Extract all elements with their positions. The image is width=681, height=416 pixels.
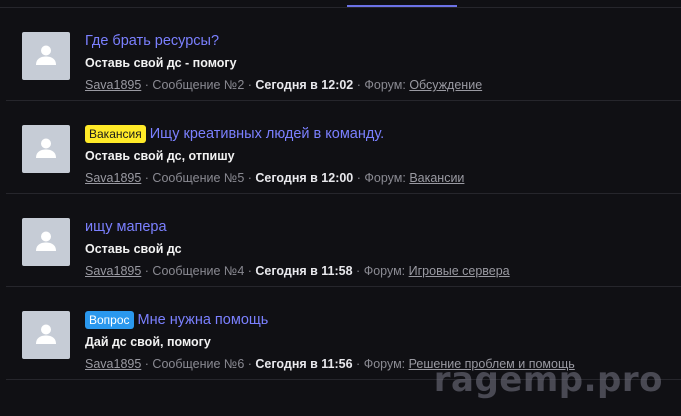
site-watermark: ragemp.pro: [433, 360, 663, 400]
result-snippet: Оставь свой дс: [85, 242, 182, 256]
meta-separator: ·: [141, 171, 153, 185]
result-item: Где брать ресурсы? Оставь свой дс - помо…: [6, 8, 681, 101]
avatar[interactable]: [22, 32, 70, 80]
result-snippet: Оставь свой дс, отпишу: [85, 149, 235, 163]
post-date: Сегодня в 12:00: [255, 171, 354, 185]
meta-separator: ·: [353, 171, 365, 185]
search-results-page: Где брать ресурсы? Оставь свой дс - помо…: [0, 0, 681, 416]
post-date: Сегодня в 11:56: [255, 357, 353, 371]
user-silhouette-icon: [36, 231, 56, 251]
meta-separator: ·: [244, 357, 256, 371]
message-number: Сообщение №4: [152, 264, 245, 278]
meta-separator: ·: [141, 357, 153, 371]
result-title-link[interactable]: ищу мапера: [85, 219, 167, 235]
author-link[interactable]: Sava1895: [85, 357, 141, 371]
avatar[interactable]: [22, 125, 70, 173]
meta-separator: ·: [244, 171, 256, 185]
active-tab-indicator: [347, 5, 457, 7]
result-title-line: Вопрос Мне нужна помощь: [85, 311, 268, 329]
result-title-line: Вакансия Ищу креативных людей в команду.: [85, 125, 384, 143]
user-silhouette-icon: [36, 138, 56, 158]
author-link[interactable]: Sava1895: [85, 78, 141, 92]
tab-bar: [0, 0, 681, 8]
result-meta: Sava1895 · Сообщение №4 · Сегодня в 11:5…: [85, 264, 510, 278]
forum-label: Форум:: [364, 78, 406, 92]
message-number: Сообщение №6: [152, 357, 245, 371]
result-item: Вакансия Ищу креативных людей в команду. …: [6, 101, 681, 194]
result-title-line: ищу мапера: [85, 218, 167, 236]
result-title-link[interactable]: Где брать ресурсы?: [85, 33, 219, 49]
prefix-badge-question[interactable]: Вопрос: [85, 311, 134, 329]
forum-link[interactable]: Вакансии: [409, 171, 464, 185]
meta-separator: ·: [353, 78, 365, 92]
result-title-link[interactable]: Мне нужна помощь: [138, 312, 269, 328]
result-snippet: Оставь свой дс - помогу: [85, 56, 237, 70]
post-date: Сегодня в 11:58: [255, 264, 353, 278]
avatar[interactable]: [22, 311, 70, 359]
meta-separator: ·: [244, 264, 256, 278]
meta-separator: ·: [244, 78, 256, 92]
result-item: ищу мапера Оставь свой дс Sava1895 · Соо…: [6, 194, 681, 287]
meta-separator: ·: [352, 264, 364, 278]
forum-label: Форум:: [364, 171, 406, 185]
result-title-link[interactable]: Ищу креативных людей в команду.: [150, 126, 384, 142]
meta-separator: ·: [352, 357, 364, 371]
result-meta: Sava1895 · Сообщение №5 · Сегодня в 12:0…: [85, 171, 464, 185]
author-link[interactable]: Sava1895: [85, 171, 141, 185]
results-list: Где брать ресурсы? Оставь свой дс - помо…: [6, 8, 681, 380]
post-date: Сегодня в 12:02: [255, 78, 354, 92]
message-number: Сообщение №2: [152, 78, 245, 92]
forum-label: Форум:: [363, 357, 406, 371]
user-silhouette-icon: [36, 324, 56, 344]
forum-link[interactable]: Обсуждение: [409, 78, 482, 92]
user-silhouette-icon: [36, 45, 56, 65]
meta-separator: ·: [141, 264, 153, 278]
result-title-line: Где брать ресурсы?: [85, 32, 219, 50]
author-link[interactable]: Sava1895: [85, 264, 141, 278]
prefix-badge-vacancy[interactable]: Вакансия: [85, 125, 146, 143]
forum-link[interactable]: Игровые сервера: [409, 264, 510, 278]
forum-label: Форум:: [363, 264, 406, 278]
message-number: Сообщение №5: [152, 171, 245, 185]
result-meta: Sava1895 · Сообщение №2 · Сегодня в 12:0…: [85, 78, 482, 92]
result-snippet: Дай дс свой, помогу: [85, 335, 211, 349]
avatar[interactable]: [22, 218, 70, 266]
meta-separator: ·: [141, 78, 153, 92]
